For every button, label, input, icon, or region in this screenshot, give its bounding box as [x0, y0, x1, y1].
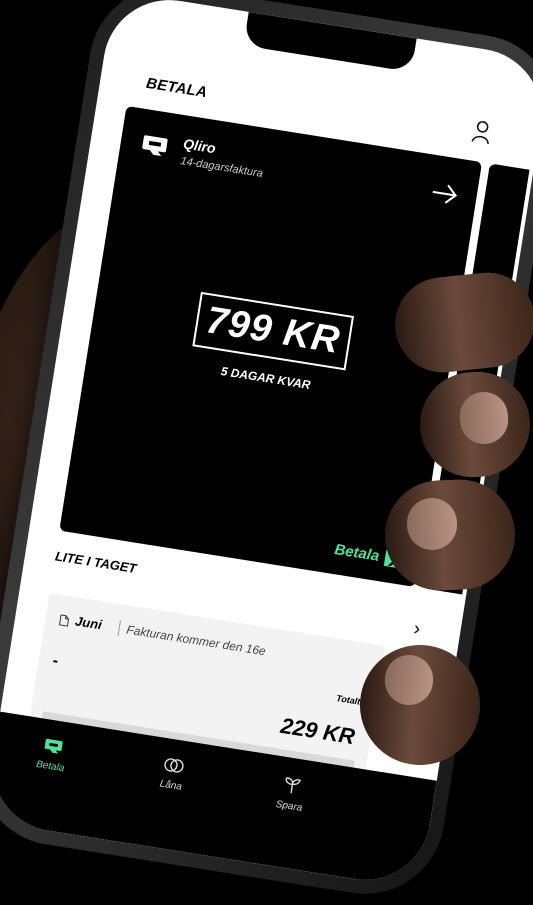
amount-due: 799 KR: [192, 291, 354, 371]
sprout-icon: [282, 777, 302, 799]
page-title: BETALA: [144, 74, 209, 102]
arrow-right-icon[interactable]: [428, 181, 460, 212]
tab-lana[interactable]: Låna: [130, 751, 214, 797]
total-amount: 229 KR: [279, 712, 357, 750]
qliro-tab-icon: [42, 738, 63, 759]
tab-spara[interactable]: Spara: [249, 770, 334, 818]
qliro-logo-icon: [138, 133, 170, 164]
divider: [117, 620, 121, 637]
chevron-right-icon[interactable]: ›: [412, 617, 422, 641]
pay-button-label: Betala: [333, 541, 381, 565]
notch: [243, 11, 417, 73]
tab-label: Spara: [274, 798, 303, 814]
invoice-note: Fakturan kommer den 16e: [125, 622, 267, 659]
total-label: Totalt: [335, 693, 361, 707]
invoice-month: Juni: [74, 613, 103, 633]
invoice-type: 14-dagarsfaktura: [179, 155, 264, 180]
rings-icon: [161, 758, 184, 778]
document-icon: [58, 613, 71, 632]
provider-name: Qliro: [182, 135, 217, 157]
tab-label: Låna: [158, 778, 183, 793]
user-icon[interactable]: [470, 119, 492, 150]
section-title: LITE I TAGET: [54, 548, 138, 577]
dash: -: [51, 652, 60, 670]
tab-label: Betala: [35, 758, 66, 775]
tab-betala[interactable]: Betala: [10, 732, 94, 778]
